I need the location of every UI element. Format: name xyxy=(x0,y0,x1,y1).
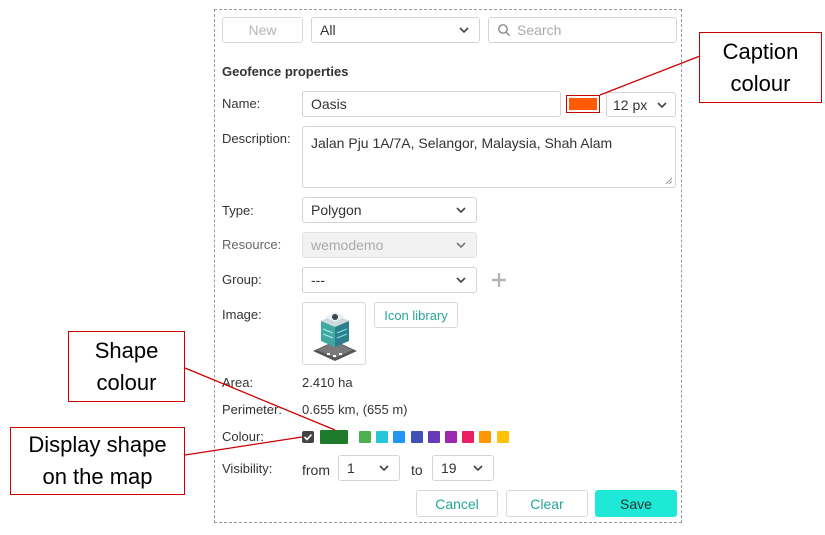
caption-colour-callout: Caption colour xyxy=(699,32,822,103)
callout-line: on the map xyxy=(42,464,153,489)
callout-line: Display shape xyxy=(28,432,167,457)
callout-line: colour xyxy=(730,70,791,96)
display-shape-callout: Display shape on the map xyxy=(10,427,185,495)
callout-line: colour xyxy=(96,369,157,395)
callout-line: Caption xyxy=(722,38,799,64)
callout-line: Shape xyxy=(94,337,159,363)
shape-colour-callout: Shape colour xyxy=(68,331,185,402)
